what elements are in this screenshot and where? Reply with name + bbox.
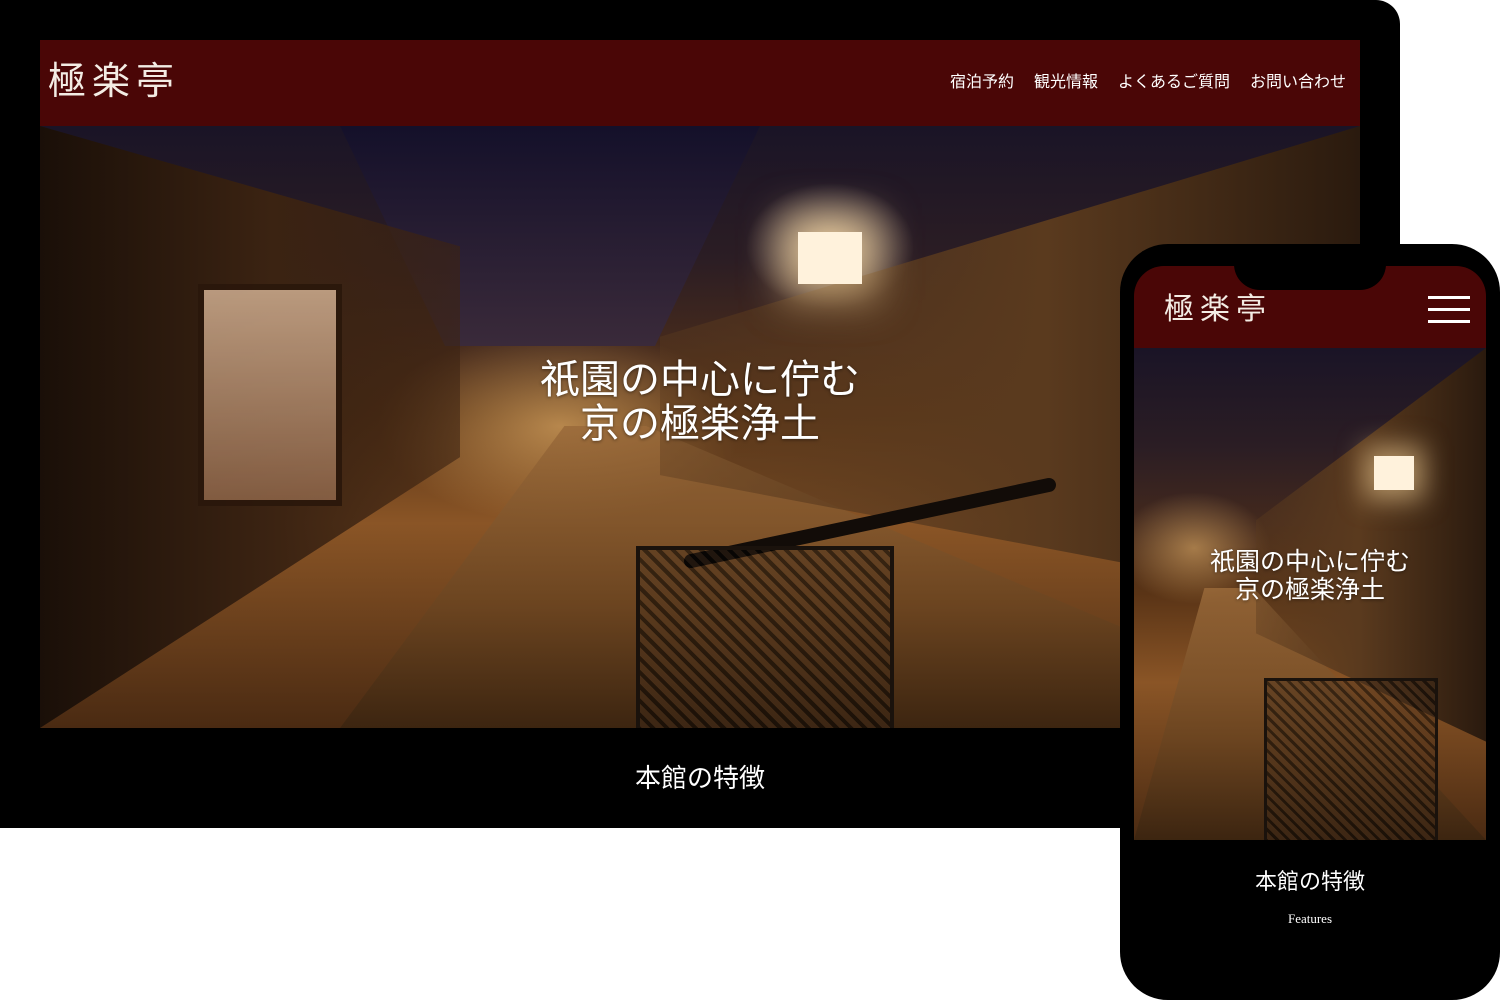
- desktop-nav: 宿泊予約 観光情報 よくあるご質問 お問い合わせ: [950, 70, 1346, 94]
- mobile-site-logo[interactable]: 極楽亭: [1164, 290, 1272, 330]
- nav-link-reservation[interactable]: 宿泊予約: [950, 70, 1014, 94]
- hero-lantern: [798, 232, 862, 284]
- site-logo[interactable]: 極楽亭: [48, 56, 180, 106]
- mobile-hero-tagline-line2: 京の極楽浄土: [1234, 575, 1385, 604]
- desktop-header: 極楽亭 宿泊予約 観光情報 よくあるご質問 お問い合わせ: [40, 40, 1360, 126]
- hamburger-icon[interactable]: [1428, 296, 1470, 324]
- phone-notch: [1234, 244, 1386, 290]
- mobile-hero-tagline-line1: 祇園の中心に佇む: [1209, 547, 1410, 576]
- mobile-hero-lantern: [1374, 456, 1414, 490]
- nav-link-faq[interactable]: よくあるご質問: [1118, 70, 1230, 94]
- hero-bike-basket: [636, 546, 894, 728]
- mobile-hero-bike-basket: [1264, 678, 1438, 840]
- mobile-section-subtitle: Features: [1287, 911, 1333, 926]
- nav-link-sightseeing[interactable]: 観光情報: [1034, 70, 1098, 94]
- mobile-mockup: 極楽亭 祇園の中心に佇む 京の極楽浄土 本館の特徴 Features: [1120, 244, 1500, 1000]
- mobile-hero-image: 祇園の中心に佇む 京の極楽浄土: [1134, 348, 1486, 840]
- nav-link-contact[interactable]: お問い合わせ: [1250, 70, 1346, 94]
- mobile-section-title: 本館の特徴: [1254, 870, 1365, 895]
- mobile-hero-tagline: 祇園の中心に佇む 京の極楽浄土: [1134, 548, 1486, 604]
